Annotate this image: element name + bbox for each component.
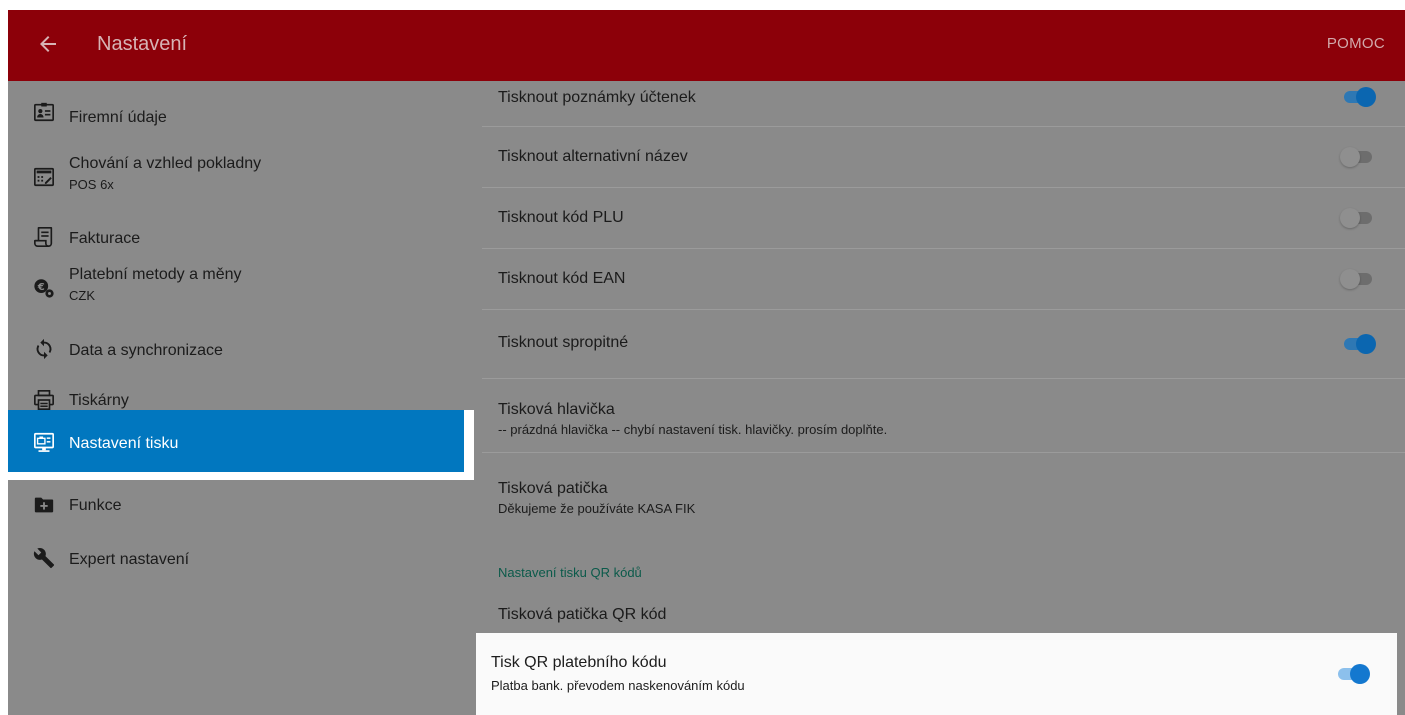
- sidebar-item-label: Platební metody a měny: [69, 266, 242, 283]
- toggle-switch[interactable]: [1340, 87, 1376, 107]
- setting-row-print-header[interactable]: Tisková hlavička -- prázdná hlavička -- …: [482, 379, 1405, 453]
- toggle-switch[interactable]: [1340, 208, 1376, 228]
- section-title-qr: Nastavení tisku QR kódů: [498, 565, 642, 580]
- setting-label: Tisknout kód PLU: [498, 209, 624, 226]
- toggle-switch[interactable]: [1340, 269, 1376, 289]
- setting-summary: Platba bank. převodem naskenováním kódu: [491, 678, 745, 693]
- svg-text:€: €: [37, 282, 45, 293]
- settings-screen: Nastavení POMOC Firemní údaje Chování a …: [8, 10, 1405, 715]
- app-bar: Nastavení POMOC: [8, 10, 1405, 81]
- sidebar-item-label: Chování a vzhled pokladny: [69, 155, 262, 172]
- sidebar-item-label: Fakturace: [69, 230, 141, 247]
- setting-label: Tisknout poznámky účtenek: [498, 89, 696, 106]
- sidebar-item-sublabel: CZK: [69, 288, 95, 303]
- sidebar-item-label: Nastavení tisku: [69, 435, 179, 452]
- print-settings-icon: [34, 432, 54, 452]
- sidebar-item-data-sync[interactable]: Data a synchronizace: [8, 329, 474, 369]
- setting-row-print-footer[interactable]: Tisková patička Děkujeme že používáte KA…: [482, 453, 1405, 553]
- setting-row-print-plu[interactable]: Tisknout kód PLU: [482, 188, 1405, 249]
- sidebar-item-invoicing[interactable]: Fakturace: [8, 217, 474, 257]
- sidebar-item-payment-methods[interactable]: € Platební metody a měny CZK: [8, 265, 474, 315]
- setting-label: Tisková hlavička: [498, 401, 615, 418]
- setting-label: Tisknout alternativní název: [498, 148, 688, 165]
- sidebar-item-label: Funkce: [69, 497, 122, 514]
- toggle-switch[interactable]: [1334, 664, 1370, 684]
- sidebar-item-company[interactable]: Firemní údaje: [8, 81, 474, 133]
- sidebar-item-label: Tiskárny: [69, 392, 129, 409]
- sidebar-item-print-settings[interactable]: Nastavení tisku: [8, 410, 474, 480]
- setting-label: Tisková patička QR kód: [498, 606, 667, 623]
- setting-label: Tisknout spropitné: [498, 334, 629, 351]
- wrench-icon: [33, 548, 55, 569]
- invoice-icon: [34, 227, 53, 247]
- sync-icon: [36, 338, 52, 360]
- setting-label: Tisková patička: [498, 480, 608, 497]
- back-arrow-icon[interactable]: [36, 32, 60, 56]
- cash-register-icon: [34, 167, 54, 187]
- setting-summary: Děkujeme že používáte KASA FIK: [498, 501, 696, 516]
- settings-list: Tisknout poznámky účtenek Tisknout alter…: [482, 81, 1405, 715]
- company-card-icon: [34, 102, 54, 122]
- sidebar-item-pos-behavior[interactable]: Chování a vzhled pokladny POS 6x: [8, 154, 474, 204]
- sidebar-item-label: Firemní údaje: [69, 109, 167, 126]
- page-title: Nastavení: [97, 33, 188, 55]
- sidebar-item-sublabel: POS 6x: [69, 177, 114, 192]
- setting-row-print-alt-name[interactable]: Tisknout alternativní název: [482, 127, 1405, 188]
- setting-row-print-receipt-notes[interactable]: Tisknout poznámky účtenek: [482, 81, 1405, 127]
- setting-row-print-ean[interactable]: Tisknout kód EAN: [482, 249, 1405, 310]
- setting-label: Tisknout kód EAN: [498, 270, 626, 287]
- currency-settings-icon: €: [34, 279, 54, 298]
- toggle-switch[interactable]: [1340, 147, 1376, 167]
- setting-row-qr-payment[interactable]: Tisk QR platebního kódu Platba bank. pře…: [476, 633, 1397, 715]
- help-button[interactable]: POMOC: [1327, 35, 1385, 53]
- sidebar-item-label: Data a synchronizace: [69, 342, 223, 359]
- toggle-switch[interactable]: [1340, 334, 1376, 354]
- printer-icon: [34, 390, 54, 410]
- folder-plus-icon: [34, 497, 54, 513]
- setting-summary: -- prázdná hlavička -- chybí nastavení t…: [498, 422, 888, 437]
- sidebar-item-label: Expert nastavení: [69, 551, 190, 568]
- setting-row-print-tip[interactable]: Tisknout spropitné: [482, 310, 1405, 379]
- sidebar-item-expert[interactable]: Expert nastavení: [8, 537, 474, 577]
- setting-label: Tisk QR platebního kódu: [491, 654, 667, 671]
- sidebar-item-functions[interactable]: Funkce: [8, 486, 474, 526]
- settings-sidebar: Firemní údaje Chování a vzhled pokladny …: [8, 81, 482, 715]
